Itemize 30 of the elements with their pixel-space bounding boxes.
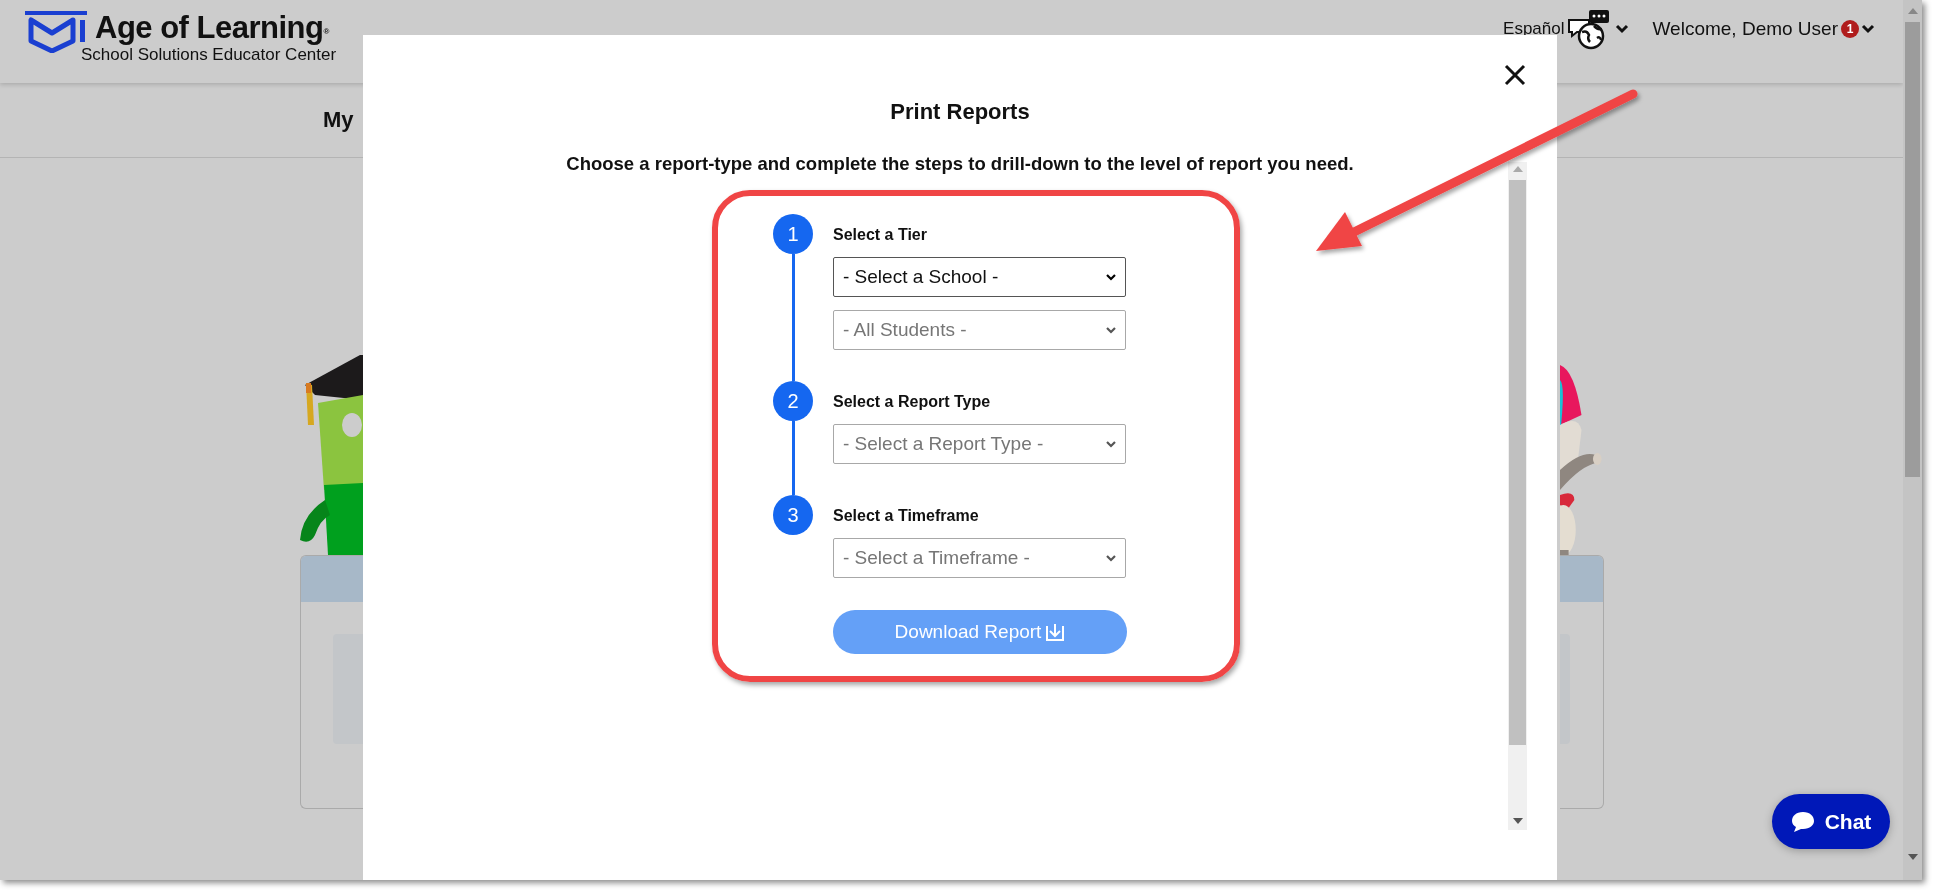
- chevron-down-icon: [1106, 326, 1116, 334]
- chevron-down-icon: [1106, 440, 1116, 448]
- step-number: 1: [773, 214, 813, 254]
- logo-subtitle: School Solutions Educator Center: [81, 45, 337, 65]
- scrollbar[interactable]: [1508, 162, 1527, 830]
- scroll-down-icon[interactable]: [1512, 818, 1523, 824]
- chevron-down-icon[interactable]: [1614, 24, 1629, 34]
- step-label: Select a Tier: [833, 226, 928, 244]
- globe-speech-icon[interactable]: [1566, 8, 1611, 50]
- language-link[interactable]: Español: [1503, 19, 1565, 39]
- speech-bubble-icon: [1790, 810, 1815, 833]
- scroll-down-icon[interactable]: [1907, 854, 1918, 860]
- dialog-title: Print Reports: [890, 99, 1030, 125]
- chevron-down-icon: [1106, 273, 1116, 281]
- step-number: 3: [773, 495, 813, 535]
- instructions-text: Choose a report-type and complete the steps to drill-down to the level of report you need.: [566, 153, 1354, 175]
- scrollbar[interactable]: [1903, 0, 1922, 880]
- nav-tab[interactable]: My: [323, 107, 354, 133]
- step-label: Select a Report Type: [833, 393, 992, 411]
- close-icon[interactable]: [1504, 64, 1526, 86]
- step-number: 2: [773, 381, 813, 421]
- logo-title: Age of Learning$^{®}$: [94, 11, 331, 45]
- notification-badge: 1: [1841, 20, 1859, 38]
- step-label: Select a Timeframe: [833, 507, 980, 525]
- chevron-down-icon[interactable]: [1861, 24, 1875, 34]
- chevron-down-icon: [1106, 554, 1116, 562]
- welcome-user-menu[interactable]: Welcome, Demo User: [1652, 18, 1838, 40]
- download-icon: [1045, 622, 1066, 642]
- chat-button[interactable]: Chat: [1772, 794, 1890, 849]
- select-field[interactable]: - Select a School -: [833, 257, 1126, 297]
